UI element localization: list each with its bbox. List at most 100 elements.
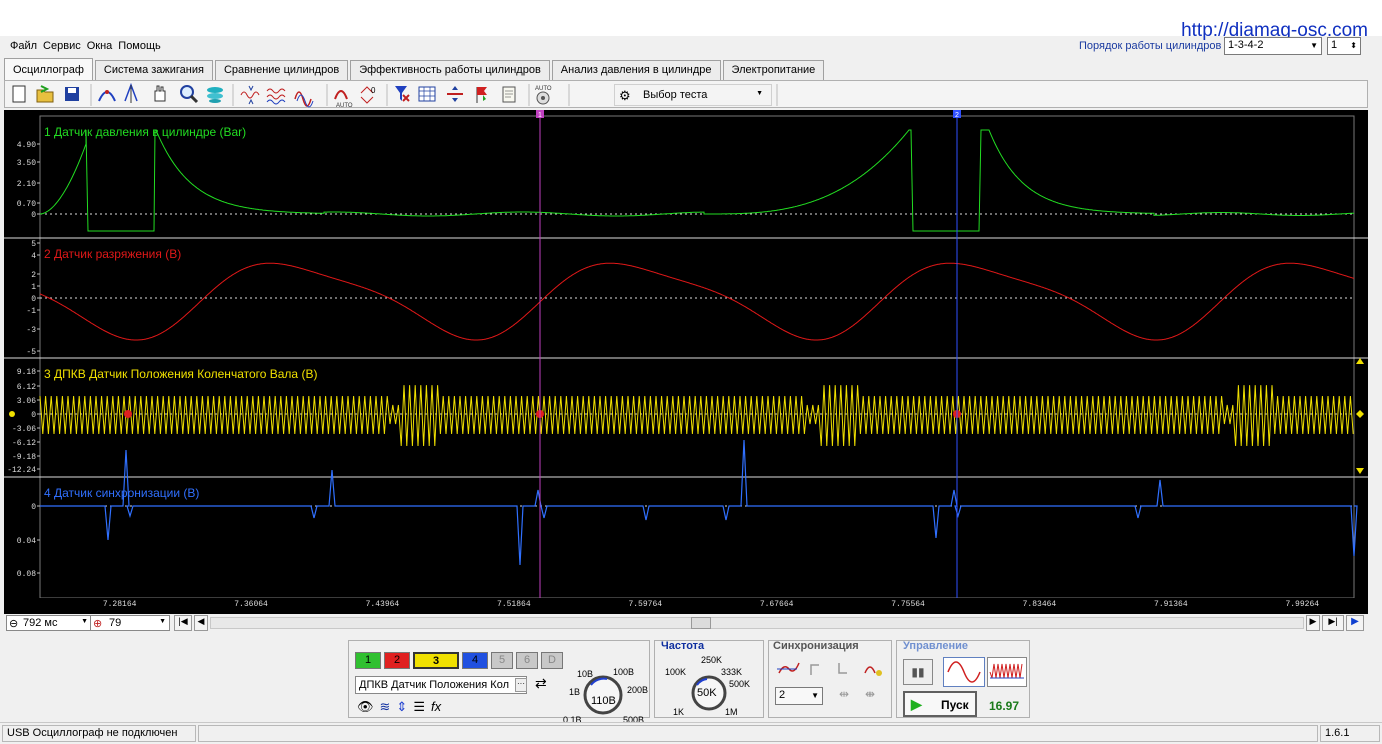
trigger-down-icon[interactable] [838, 663, 847, 674]
channel-name-value: ДПКВ Датчик Положения Кол [359, 679, 509, 691]
app-window: http://diamag-osc.com Файл Сервис Окна П… [0, 0, 1382, 744]
freq-label-250k: 250K [701, 655, 723, 665]
x-tick-label: 7.67664 [759, 600, 794, 609]
tab-0[interactable]: Осциллограф [4, 58, 93, 80]
channel-button-D[interactable]: D [541, 652, 563, 669]
lines-icon[interactable]: ☰ [413, 699, 425, 719]
channel-title-4: 4 Датчик синхронизации (В) [44, 486, 199, 500]
test-select[interactable]: ⚙ Выбор теста ▼ [614, 84, 772, 106]
compress-icon[interactable] [240, 85, 260, 105]
swap-icon[interactable]: ⇄ [535, 675, 547, 692]
play-button[interactable]: ▶ [1346, 615, 1364, 631]
hand-icon[interactable] [154, 85, 166, 102]
save-icon[interactable] [65, 87, 79, 101]
gear-icon: ⚙ [619, 88, 631, 103]
scroll-thumb[interactable] [691, 617, 711, 629]
freq-label-500k: 500K [729, 679, 751, 689]
split-icon[interactable] [447, 86, 463, 102]
layers-icon[interactable] [207, 87, 223, 103]
cursor-1-label: 1 [538, 112, 542, 119]
scroll-up-marker[interactable] [1356, 358, 1364, 364]
next-frame-button[interactable]: ▶ [1306, 615, 1320, 631]
vertical-move-icon[interactable]: ⇕ [396, 699, 407, 719]
tab-1[interactable]: Система зажигания [94, 60, 213, 80]
rising-edge-icon[interactable] [777, 662, 800, 674]
sync-modes [777, 662, 882, 676]
chevron-down-icon: ▼ [1310, 41, 1318, 50]
sync-spread-icon[interactable]: ⇹ [839, 687, 849, 701]
version-box: 1.6.1 [1320, 725, 1380, 742]
y-tick-label: 0 [31, 211, 36, 220]
first-frame-button[interactable]: |◀ [174, 615, 192, 631]
start-button[interactable]: ▶ Пуск [903, 691, 977, 717]
more-button[interactable]: ··· [515, 678, 527, 692]
menu-help[interactable]: Помощь [115, 38, 164, 56]
y-tick-label: 0 [31, 503, 36, 512]
tab-3[interactable]: Эффективность работы цилиндров [350, 60, 550, 80]
svg-text:AUTO: AUTO [336, 103, 353, 109]
tab-2[interactable]: Сравнение цилиндров [214, 60, 349, 80]
waveform-canvas[interactable]: 1 Датчик давления в цилиндре (Bar) 4.90 3.… [4, 110, 1368, 614]
open-folder-icon[interactable] [36, 85, 54, 103]
y-tick-label: -5 [26, 348, 36, 357]
timeline-scrollbar[interactable] [210, 617, 1304, 629]
channel-button-3[interactable]: 3 [413, 652, 459, 669]
channel-3-marker[interactable] [9, 411, 15, 417]
function-icon[interactable]: fx [431, 699, 441, 719]
marker-icon[interactable] [476, 87, 487, 103]
single-wave-button[interactable] [943, 657, 985, 687]
frequency-value: 50K [697, 687, 717, 699]
zoom-out-icon[interactable]: ⊖ [9, 617, 18, 630]
channel-title-3: 3 ДПКВ Датчик Положения Коленчатого Вала… [44, 367, 317, 381]
notes-icon[interactable] [502, 86, 516, 103]
cursor-vertical-icon[interactable] [124, 82, 138, 103]
play-icon: ▶ [911, 696, 922, 712]
control-group: Управление ▮▮ ▶ Пуск 16.97 [896, 640, 1030, 718]
zoom-icon[interactable] [180, 85, 199, 104]
eye-icon[interactable]: 👁 [357, 699, 374, 719]
menu-windows[interactable]: Окна [84, 38, 116, 56]
prev-frame-button[interactable]: ◀ [194, 615, 208, 631]
sync-compress-icon[interactable]: ⇼ [865, 687, 875, 701]
oscilloscope-plot[interactable]: 1 Датчик давления в цилиндре (Bar) 4.90 3.… [4, 110, 1368, 614]
dense-wave-icon [989, 663, 1024, 679]
wave-multi-icon[interactable] [294, 91, 314, 108]
tab-5[interactable]: Электропитание [722, 60, 825, 80]
channel-name-field[interactable]: ДПКВ Датчик Положения Кол [355, 676, 527, 694]
filter-icon[interactable] [395, 86, 410, 102]
wave-icon[interactable] [266, 88, 286, 105]
scroll-down-marker[interactable] [1356, 468, 1364, 474]
zero-scale-icon[interactable]: 0 [360, 86, 376, 104]
auto-set-icon[interactable]: AUTO [535, 86, 552, 105]
channel-3-marker-right[interactable] [1356, 410, 1364, 418]
sync-channel-select[interactable]: 2 ▼ [775, 687, 823, 705]
auto-scale-icon[interactable]: AUTO [334, 90, 353, 109]
pause-button[interactable]: ▮▮ [903, 659, 933, 685]
new-file-icon[interactable] [12, 85, 26, 103]
wave-icon[interactable]: ≋ [380, 699, 391, 719]
trigger-up-icon[interactable] [810, 664, 819, 675]
channel-button-6[interactable]: 6 [516, 652, 538, 669]
x-tick-label: 7.36064 [234, 600, 268, 609]
menu-file[interactable]: Файл [7, 38, 40, 56]
channel-button-5[interactable]: 5 [491, 652, 513, 669]
multi-wave-button[interactable] [987, 657, 1027, 687]
firing-order-value: 1-3-4-2 [1228, 39, 1264, 51]
frame-select[interactable]: ⊕ 79 ▼ [90, 615, 170, 631]
channel-button-2[interactable]: 2 [384, 652, 410, 669]
firing-order-select[interactable]: 1-3-4-2 ▼ [1224, 37, 1322, 55]
channel-button-1[interactable]: 1 [355, 652, 381, 669]
grid-icon[interactable] [418, 86, 436, 102]
timebase-select[interactable]: ⊖ 792 мс ▼ [6, 615, 92, 631]
cylinder-select[interactable]: 1 ⬍ [1327, 37, 1361, 55]
zoom-in-icon[interactable]: ⊕ [93, 617, 102, 630]
menu-service[interactable]: Сервис [40, 38, 84, 56]
trigger-point[interactable] [124, 410, 132, 418]
tab-4[interactable]: Анализ давления в цилиндре [551, 60, 721, 80]
last-frame-button[interactable]: ▶| [1322, 615, 1344, 631]
channel-button-4[interactable]: 4 [462, 652, 488, 669]
cursor-arc-icon[interactable] [98, 90, 116, 102]
sync-channel-value: 2 [779, 689, 786, 701]
sync-auto-icon[interactable] [864, 666, 882, 676]
fps-value: 16.97 [989, 699, 1020, 713]
